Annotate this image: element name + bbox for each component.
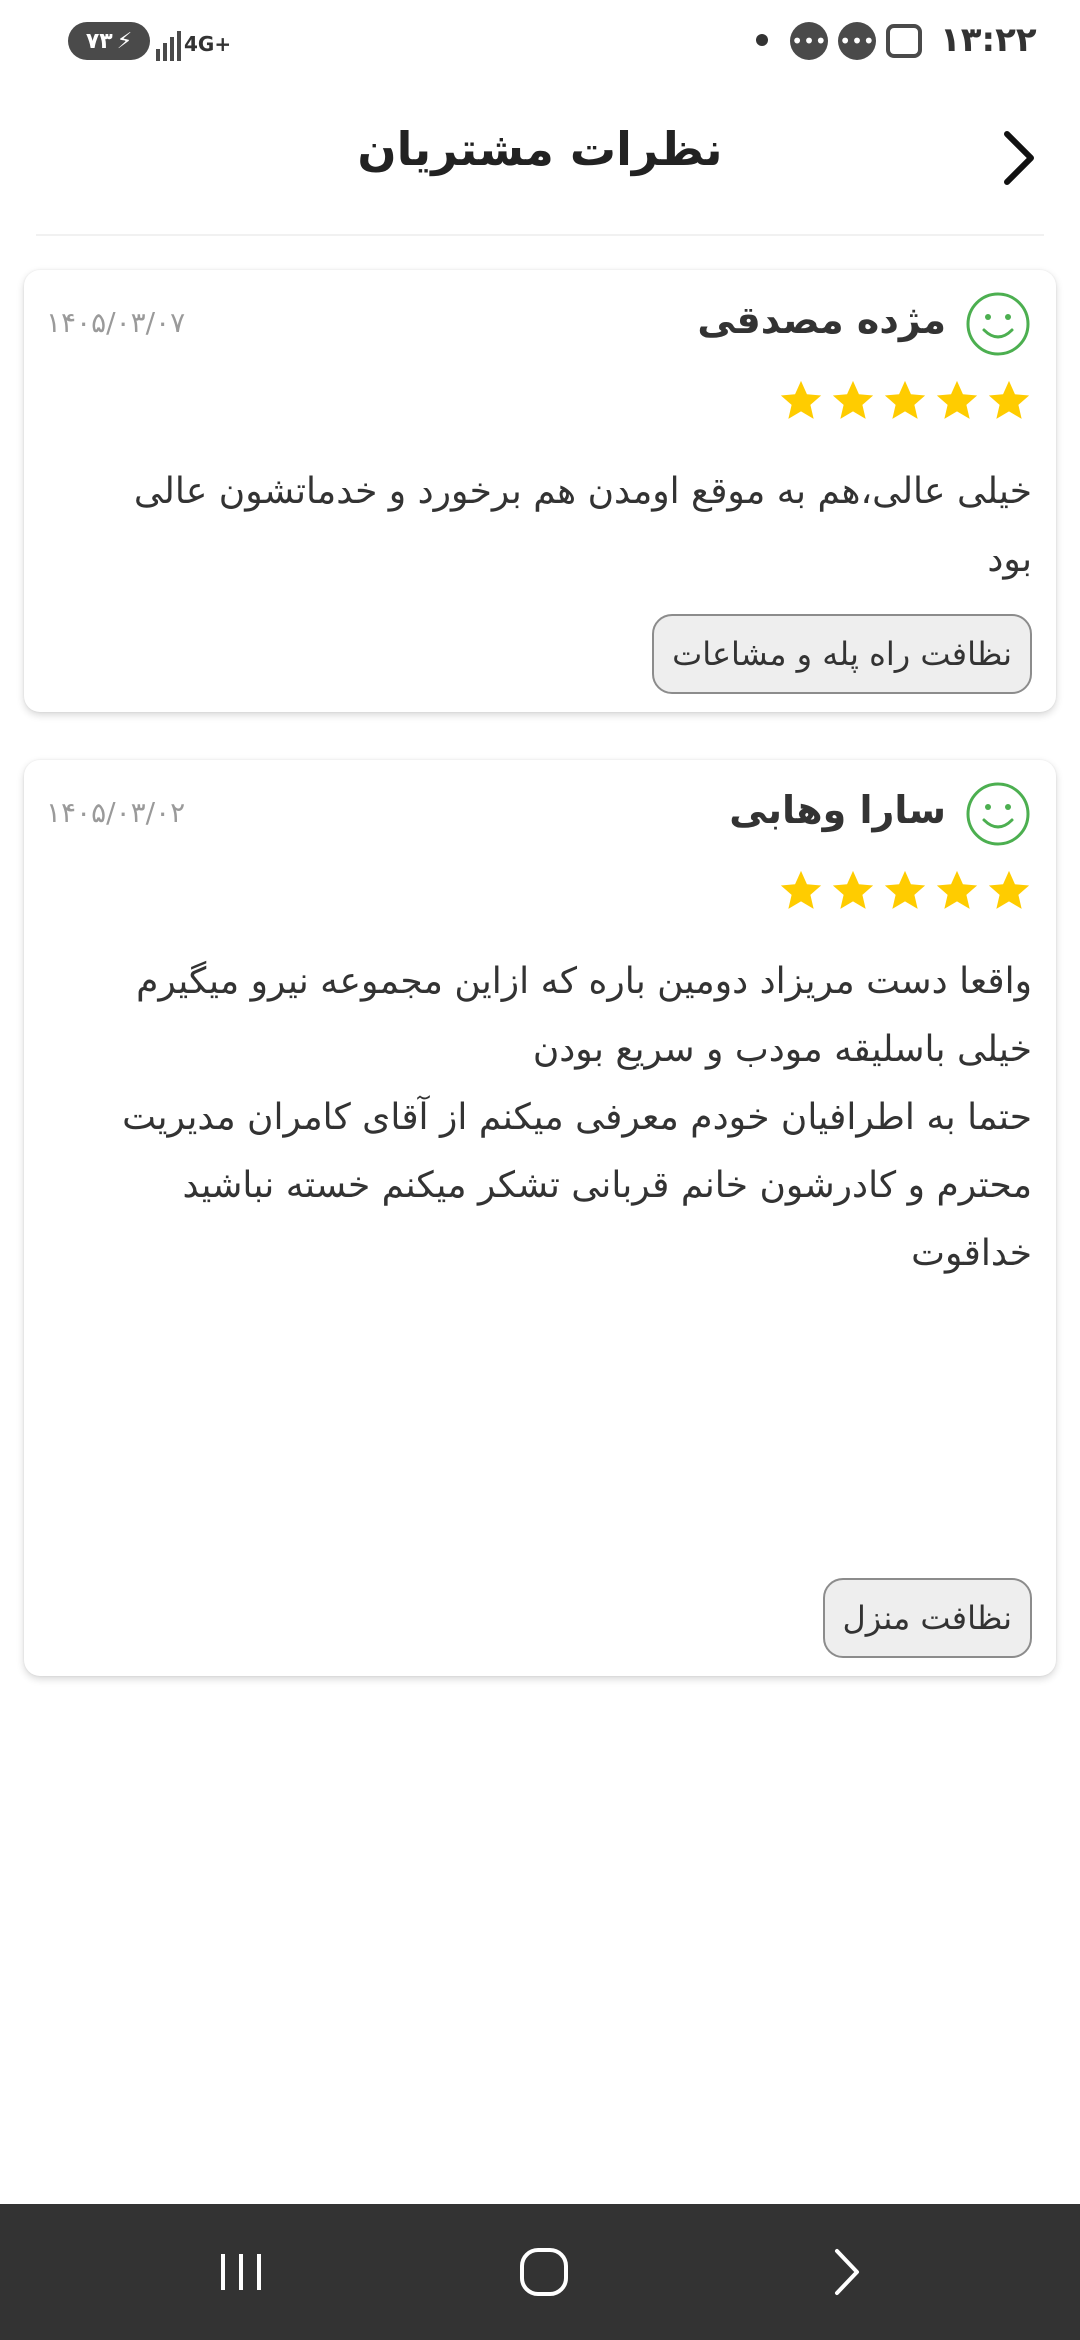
- battery-indicator: ۷۳ ⚡: [68, 22, 150, 60]
- rating-stars: [778, 868, 1032, 914]
- review-text-line: بود: [987, 539, 1032, 580]
- review-text-line: واقعا دست مریزاد دومین باره که ازاین مجم…: [136, 961, 1032, 1002]
- notification-dot-icon: [756, 34, 768, 46]
- review-card: مژده مصدقی ۱۴۰۵/۰۳/۰۷ خیلی عالی،هم به مو…: [24, 270, 1056, 712]
- review-text-line: خیلی عالی،هم به موقع اومدن هم برخورد و خ…: [133, 471, 1032, 512]
- star-icon: [988, 870, 1030, 909]
- battery-level: ۷۳: [85, 28, 113, 54]
- star-icon: [832, 870, 874, 909]
- star-icon: [780, 380, 822, 419]
- home-button[interactable]: [514, 2242, 574, 2302]
- service-tag[interactable]: نظافت منزل: [822, 1578, 1032, 1658]
- star-icon: [884, 380, 926, 419]
- star-icon: [884, 870, 926, 909]
- page-title: نظرات مشتریان: [357, 122, 723, 176]
- review-text-line: خیلی باسلیقه مودب و سریع بودن: [532, 1029, 1032, 1070]
- smiley-icon: [966, 782, 1030, 846]
- header: نظرات مشتریان: [36, 82, 1044, 236]
- recents-icon: [221, 2254, 261, 2290]
- screen: ۷۳ ⚡ 4G+ ••• ••• ۱۳:۲۲ نظرات مشتریان مژد…: [0, 0, 1080, 2340]
- review-date: ۱۴۰۵/۰۳/۰۲: [46, 796, 186, 829]
- review-text-line: خداقوت: [911, 1233, 1032, 1274]
- star-icon: [780, 870, 822, 909]
- navigation-bar: [0, 2204, 1080, 2340]
- smiley-icon: [966, 292, 1030, 356]
- home-icon: [520, 2248, 568, 2296]
- star-icon: [936, 380, 978, 419]
- review-text: واقعا دست مریزاد دومین باره که ازاین مجم…: [72, 948, 1032, 1288]
- review-card: سارا وهابی ۱۴۰۵/۰۳/۰۲ واقعا دست مریزاد د…: [24, 760, 1056, 1676]
- chevron-right-icon: [1004, 131, 1034, 185]
- chat-icon: •••: [838, 22, 876, 60]
- message-icon: •••: [790, 22, 828, 60]
- clock: ۱۳:۲۲: [940, 20, 1037, 60]
- charging-icon: ⚡: [116, 28, 133, 54]
- chevron-right-icon: [835, 2249, 859, 2295]
- review-text-line: محترم و کادرشون خانم قربانی تشکر میکنم خ…: [182, 1165, 1032, 1206]
- star-icon: [936, 870, 978, 909]
- rating-stars: [778, 378, 1032, 424]
- review-text-line: حتما به اطرافیان خودم معرفی میکنم از آقا…: [122, 1097, 1032, 1138]
- signal-icon: [156, 24, 182, 68]
- back-button[interactable]: [994, 126, 1044, 190]
- reviewer-name: مژده مصدقی: [697, 298, 946, 342]
- star-icon: [832, 380, 874, 419]
- system-back-button[interactable]: [816, 2242, 876, 2302]
- network-type: 4G+: [184, 32, 232, 56]
- screenshot-icon: [886, 24, 922, 58]
- recents-button[interactable]: [212, 2242, 272, 2302]
- review-text: خیلی عالی،هم به موقع اومدن هم برخورد و خ…: [72, 458, 1032, 594]
- star-icon: [988, 380, 1030, 419]
- reviewer-name: سارا وهابی: [729, 788, 946, 832]
- status-bar: ۷۳ ⚡ 4G+ ••• ••• ۱۳:۲۲: [0, 0, 1080, 82]
- review-date: ۱۴۰۵/۰۳/۰۷: [46, 306, 186, 339]
- service-tag[interactable]: نظافت راه پله و مشاعات: [652, 614, 1032, 694]
